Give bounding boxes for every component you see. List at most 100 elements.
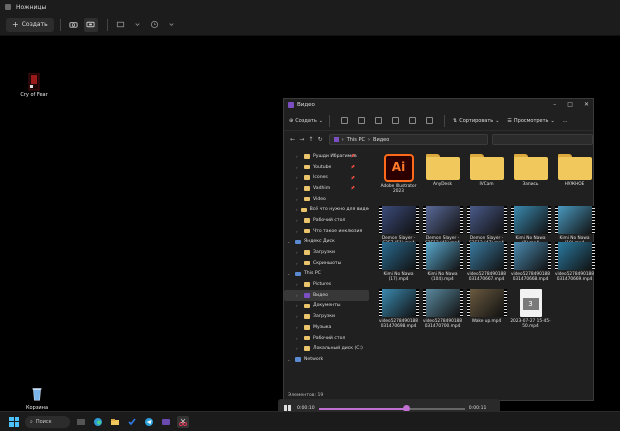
nav-item[interactable]: › Всё что нужно для видео bbox=[284, 204, 369, 215]
chevron-down-icon[interactable] bbox=[165, 18, 179, 32]
nav-item[interactable]: › Youtube 📌 bbox=[284, 162, 369, 173]
back-button[interactable]: ← bbox=[288, 136, 297, 143]
file-item[interactable]: AnyDesk bbox=[421, 154, 464, 187]
telegram-icon[interactable] bbox=[143, 416, 155, 428]
chevron-right-icon[interactable]: › bbox=[296, 218, 301, 223]
chevron-down-icon[interactable]: ⌄ bbox=[287, 271, 292, 276]
nav-item[interactable]: › Скриншоты bbox=[284, 258, 369, 269]
chevron-right-icon[interactable]: › bbox=[296, 175, 301, 180]
nav-item[interactable]: › Видео bbox=[284, 289, 369, 301]
nav-item[interactable]: › Что такое инклюзия bbox=[284, 226, 369, 237]
nav-item[interactable]: ⌄ Яндекс Диск bbox=[284, 237, 369, 248]
nav-item[interactable]: › Загрузки bbox=[284, 247, 369, 258]
file-item[interactable]: video5278490188 031470667.mp4 bbox=[465, 242, 508, 283]
file-item[interactable]: video5278490188 031470698.mp4 bbox=[377, 289, 420, 330]
delete-icon[interactable] bbox=[426, 117, 433, 124]
chevron-right-icon[interactable]: › bbox=[296, 346, 301, 351]
more-options-button[interactable]: ... bbox=[563, 118, 568, 124]
file-item[interactable]: Kimi No Nawa (10).mp4 bbox=[553, 206, 596, 247]
file-explorer-icon[interactable] bbox=[109, 416, 121, 428]
nav-item[interactable]: ⌄ Network bbox=[284, 354, 369, 365]
new-snip-button[interactable]: + Создать bbox=[6, 17, 54, 32]
file-item[interactable]: IVCam bbox=[465, 154, 508, 187]
chevron-right-icon[interactable]: › bbox=[296, 314, 301, 319]
forward-button[interactable]: → bbox=[297, 136, 306, 143]
nav-item[interactable]: › Video bbox=[284, 194, 369, 205]
nav-item[interactable]: › Vadhim 📌 bbox=[284, 183, 369, 194]
file-item[interactable]: Wake up.mp4 bbox=[465, 289, 508, 324]
chevron-right-icon[interactable]: › bbox=[296, 197, 301, 202]
taskbar-search[interactable]: ⌕ Поиск bbox=[25, 415, 70, 428]
chevron-right-icon[interactable]: › bbox=[296, 229, 301, 234]
timer-dropdown[interactable] bbox=[148, 18, 162, 32]
nav-item[interactable]: › Рабочий стол bbox=[284, 333, 369, 344]
nav-item[interactable]: › Рабочий стол bbox=[284, 215, 369, 226]
address-bar[interactable]: › This PC › Видео bbox=[328, 134, 488, 145]
chevron-right-icon[interactable]: › bbox=[296, 336, 301, 341]
file-item[interactable]: video5278490188 031470668.mp4 bbox=[509, 242, 552, 283]
view-button[interactable]: ☰ Просмотреть ⌄ bbox=[507, 118, 554, 124]
todo-icon[interactable] bbox=[126, 416, 138, 428]
breadcrumb-root[interactable]: This PC bbox=[347, 137, 365, 143]
nav-item[interactable]: › Рушди Ибрагимов 📌 bbox=[284, 151, 369, 162]
file-item[interactable]: Kimi No Nawa (104).mp4 bbox=[421, 242, 464, 283]
video-thumbnail bbox=[422, 242, 463, 270]
copy-icon[interactable] bbox=[358, 117, 365, 124]
desktop-icon-recycle-bin[interactable]: Корзина bbox=[22, 386, 52, 411]
search-input[interactable] bbox=[491, 134, 593, 145]
chevron-right-icon[interactable]: › bbox=[296, 186, 301, 191]
chevron-down-icon[interactable]: ⌄ bbox=[287, 239, 292, 244]
minimize-button[interactable]: – bbox=[553, 101, 556, 108]
video-mode-button[interactable] bbox=[83, 17, 98, 32]
rename-icon[interactable] bbox=[392, 117, 399, 124]
refresh-button[interactable]: ↻ bbox=[316, 136, 325, 143]
close-button[interactable]: ✕ bbox=[584, 101, 589, 108]
snipping-tool-icon[interactable] bbox=[177, 415, 189, 428]
file-item[interactable]: Kimi No Nawa (9).mp4 bbox=[509, 206, 552, 247]
start-button[interactable] bbox=[9, 416, 19, 427]
create-button[interactable]: ⊕ Создать ⌄ bbox=[289, 118, 323, 124]
maximize-button[interactable]: □ bbox=[567, 101, 573, 108]
desktop-icon-cry-of-fear[interactable]: Cry of Fear bbox=[19, 72, 49, 98]
chevron-right-icon[interactable]: › bbox=[296, 250, 301, 255]
chevron-down-icon[interactable] bbox=[131, 18, 145, 32]
file-item[interactable]: video5278490188 031470669.mp4 bbox=[553, 242, 596, 283]
up-button[interactable]: ↑ bbox=[306, 136, 315, 143]
file-item[interactable]: Ai Adobe Illustrator 2023 bbox=[377, 154, 420, 195]
camera-mode-button[interactable] bbox=[67, 18, 81, 32]
sort-button[interactable]: ⇅ Сортировать ⌄ bbox=[453, 118, 499, 124]
nav-item[interactable]: › Загрузки bbox=[284, 311, 369, 322]
breadcrumb-current[interactable]: Видео bbox=[373, 137, 389, 143]
seek-bar[interactable] bbox=[318, 405, 465, 412]
file-item[interactable]: Demon Slayer - S2E12 (41).mp4 bbox=[421, 206, 464, 247]
file-item[interactable]: Demon Slayer - S2E12 (47).mp4 bbox=[465, 206, 508, 247]
share-icon[interactable] bbox=[409, 117, 416, 124]
nav-item[interactable]: ⌄ This PC bbox=[284, 269, 369, 280]
paste-icon[interactable] bbox=[375, 117, 382, 124]
nav-item[interactable]: › Документы bbox=[284, 301, 369, 312]
chevron-right-icon[interactable]: › bbox=[296, 207, 298, 212]
file-item[interactable]: 3 2023-07-27 15-45-50.mp4 bbox=[509, 289, 552, 330]
chevron-down-icon[interactable]: ⌄ bbox=[287, 357, 292, 362]
chevron-right-icon[interactable]: › bbox=[296, 293, 301, 298]
chevron-right-icon[interactable]: › bbox=[296, 303, 301, 308]
task-view-icon[interactable] bbox=[75, 416, 87, 428]
nav-item[interactable]: › Музыка bbox=[284, 322, 369, 333]
nav-item[interactable]: › Pictures bbox=[284, 279, 369, 290]
chevron-right-icon[interactable]: › bbox=[296, 325, 301, 330]
file-item[interactable]: НУЖНОЕ bbox=[553, 154, 596, 187]
chevron-right-icon[interactable]: › bbox=[296, 261, 301, 266]
edge-icon[interactable] bbox=[92, 416, 104, 428]
file-item[interactable]: Kimi No Nawa (17).mp4 bbox=[377, 242, 420, 283]
video-app-icon[interactable] bbox=[160, 416, 172, 428]
file-item[interactable]: Запись bbox=[509, 154, 552, 187]
file-item[interactable]: video5278490188 031470700.mp4 bbox=[421, 289, 464, 330]
chevron-right-icon[interactable]: › bbox=[296, 154, 301, 159]
snip-shape-dropdown[interactable] bbox=[114, 18, 128, 32]
chevron-right-icon[interactable]: › bbox=[296, 165, 301, 170]
file-item[interactable]: Demon Slayer - S2E7 (51).mp4 bbox=[377, 206, 420, 247]
chevron-right-icon[interactable]: › bbox=[296, 282, 301, 287]
nav-item[interactable]: › Локальный диск (C:) bbox=[284, 343, 369, 354]
nav-item[interactable]: › Icones 📌 bbox=[284, 172, 369, 183]
cut-icon[interactable] bbox=[341, 117, 348, 124]
